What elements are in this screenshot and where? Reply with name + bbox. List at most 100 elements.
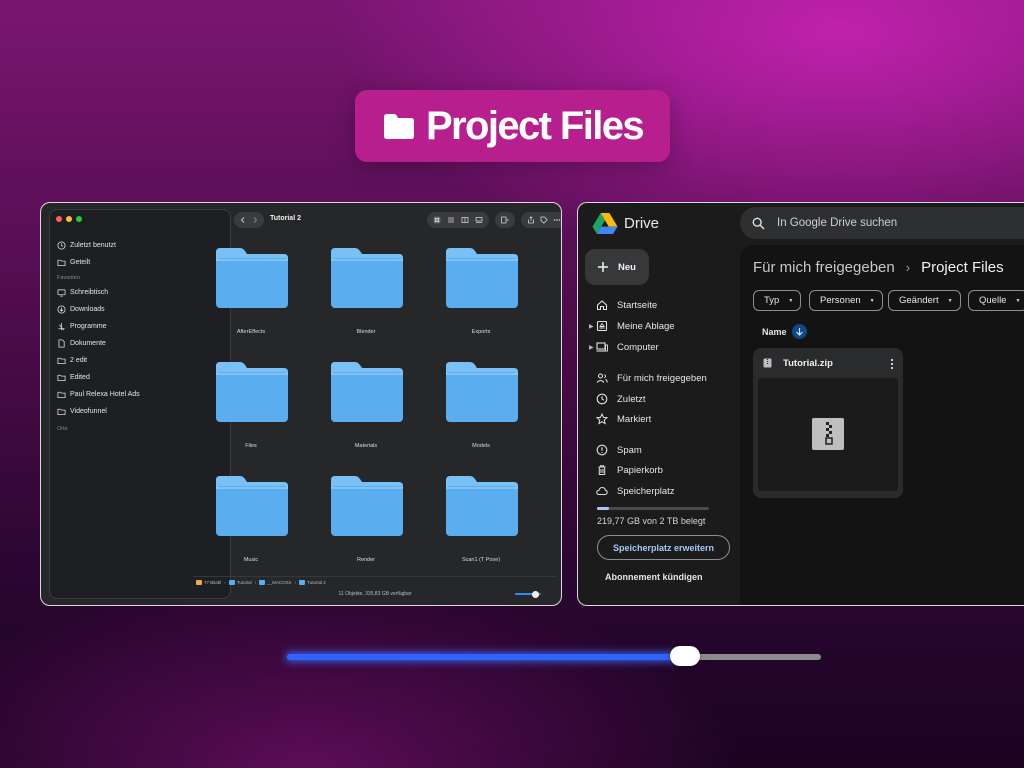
cancel-subscription-link[interactable]: Abonnement kündigen <box>605 572 703 582</box>
status-text: 11 Objekte, 335,83 GB verfügbar <box>338 591 412 597</box>
folder-icon <box>216 248 288 308</box>
my-drive-icon <box>596 320 608 332</box>
file-name: Tutorial.zip <box>783 357 833 369</box>
folder-item[interactable]: Materials <box>316 360 416 460</box>
sidebar-item-downloads[interactable]: Downloads <box>57 302 105 316</box>
share-icon[interactable] <box>527 216 535 224</box>
clock-icon <box>57 240 66 250</box>
breadcrumb-current-folder[interactable]: Project Files <box>921 259 1004 276</box>
nav-item-label: Für mich freigegeben <box>617 372 707 384</box>
sidebar-item-label: 2 edit <box>70 356 88 364</box>
column-view-icon[interactable] <box>461 216 469 224</box>
filter-chip-people[interactable]: Personen ▼ <box>809 290 883 311</box>
sort-by-name[interactable]: Name <box>762 324 807 339</box>
drive-search[interactable]: In Google Drive suchen <box>740 207 1024 239</box>
filter-chip-source[interactable]: Quelle ▼ <box>968 290 1024 311</box>
nav-item-my-drive[interactable]: ▶ Meine Ablage <box>589 317 675 335</box>
icon-size-slider[interactable] <box>515 590 541 598</box>
filter-chip-modified[interactable]: Geändert ▼ <box>888 290 961 311</box>
comparison-slider[interactable] <box>287 646 821 666</box>
sidebar-item-documents[interactable]: Dokumente <box>57 336 106 350</box>
folder-name: Materials <box>354 443 378 449</box>
spam-icon <box>596 444 608 456</box>
sidebar-item-shared[interactable]: Geteilt <box>57 255 90 269</box>
nav-item-trash[interactable]: Papierkorb <box>590 461 663 479</box>
nav-item-home[interactable]: Startseite <box>590 296 657 314</box>
nav-item-computer[interactable]: ▶ Computer <box>589 338 659 356</box>
group-button[interactable] <box>495 212 515 228</box>
folder-item[interactable]: Scan1 (T Pose) <box>431 474 531 574</box>
path-segment[interactable]: Tutorial 2 <box>299 580 326 585</box>
nav-item-starred[interactable]: Markiert <box>590 410 651 428</box>
folder-item[interactable]: Render <box>316 474 416 574</box>
document-icon <box>58 338 65 348</box>
more-icon[interactable] <box>553 216 561 224</box>
folder-name: Render <box>356 557 376 563</box>
filter-chip-label: Typ <box>764 295 780 306</box>
folder-icon <box>216 476 288 536</box>
drive-logo[interactable]: Drive <box>592 212 659 234</box>
icon-view-icon[interactable] <box>433 216 441 224</box>
sidebar-item-applications[interactable]: Programme <box>57 319 107 333</box>
sidebar-item-label: Downloads <box>70 305 105 313</box>
file-card[interactable]: Tutorial.zip <box>753 348 903 498</box>
close-window-button[interactable] <box>56 216 62 222</box>
minimize-window-button[interactable] <box>66 216 72 222</box>
folder-item[interactable]: Blender <box>316 246 416 346</box>
clock-icon <box>596 393 608 405</box>
nav-item-spam[interactable]: Spam <box>590 441 642 459</box>
folder-icon <box>331 362 403 422</box>
nav-item-recent[interactable]: Zuletzt <box>590 390 646 408</box>
folder-icon <box>446 248 518 308</box>
folder-icon <box>216 362 288 422</box>
list-view-icon[interactable] <box>447 216 455 224</box>
more-vert-icon[interactable] <box>890 358 894 370</box>
zoom-window-button[interactable] <box>76 216 82 222</box>
comparison-slider-knob[interactable] <box>669 646 700 666</box>
path-segment[interactable]: 77 Bilabl <box>196 580 221 585</box>
folder-item[interactable]: Exports <box>431 246 531 346</box>
sidebar-item-label: Paul Relexa Hotel Ads <box>70 390 140 398</box>
expand-caret-icon[interactable]: ▶ <box>589 344 594 351</box>
dropdown-caret-icon: ▼ <box>788 297 794 304</box>
dropdown-caret-icon: ▼ <box>947 297 953 304</box>
sidebar-item-recent[interactable]: Zuletzt benutzt <box>57 238 116 252</box>
path-separator: › <box>294 580 297 585</box>
folder-name: Blender <box>356 329 376 335</box>
nav-item-storage[interactable]: Speicherplatz <box>590 482 675 500</box>
breadcrumb-shared-with-me[interactable]: Für mich freigegeben <box>753 259 895 276</box>
get-more-storage-button[interactable]: Speicherplatz erweitern <box>597 535 730 560</box>
folder-item[interactable]: Files <box>201 360 301 460</box>
folder-icon <box>331 476 403 536</box>
sort-label: Name <box>762 326 787 337</box>
nav-item-shared-with-me[interactable]: Für mich freigegeben <box>590 369 707 387</box>
sidebar-item-videofunnel[interactable]: Videofunnel <box>57 404 107 418</box>
favorites-header: Favoriten <box>57 275 80 281</box>
breadcrumb: Für mich freigegeben › Project Files <box>753 259 1004 276</box>
folder-item[interactable]: Music <box>201 474 301 574</box>
path-separator: › <box>224 580 226 585</box>
expand-caret-icon[interactable]: ▶ <box>589 323 594 330</box>
sidebar-item-hotel-ads[interactable]: Paul Relexa Hotel Ads <box>57 387 140 401</box>
folder-item[interactable]: Models <box>431 360 531 460</box>
view-mode-control <box>427 212 489 228</box>
path-segment[interactable]: __MACOSX <box>259 580 292 585</box>
new-button[interactable]: Neu <box>585 249 649 285</box>
tag-icon[interactable] <box>540 216 548 224</box>
sidebar-item-2-edit[interactable]: 2 edit <box>57 353 87 367</box>
filter-chip-type[interactable]: Typ ▼ <box>753 290 802 311</box>
sort-direction-button[interactable] <box>791 324 807 339</box>
sidebar-item-label: Zuletzt benutzt <box>70 241 116 249</box>
search-input[interactable]: In Google Drive suchen <box>777 217 897 229</box>
sidebar-item-desktop[interactable]: Schreibtisch <box>57 285 108 299</box>
nav-item-label: Spam <box>617 444 642 456</box>
sidebar-item-edited[interactable]: Edited <box>57 370 90 384</box>
back-icon[interactable] <box>239 216 247 224</box>
folder-item[interactable]: AfterEffects <box>201 246 301 346</box>
folder-icon <box>57 391 66 398</box>
sidebar-item-label: Geteilt <box>70 258 91 266</box>
path-segment[interactable]: Tutorial <box>228 580 252 585</box>
forward-icon[interactable] <box>251 216 259 224</box>
icon-size-slider-knob[interactable] <box>532 590 540 598</box>
gallery-view-icon[interactable] <box>475 216 483 224</box>
